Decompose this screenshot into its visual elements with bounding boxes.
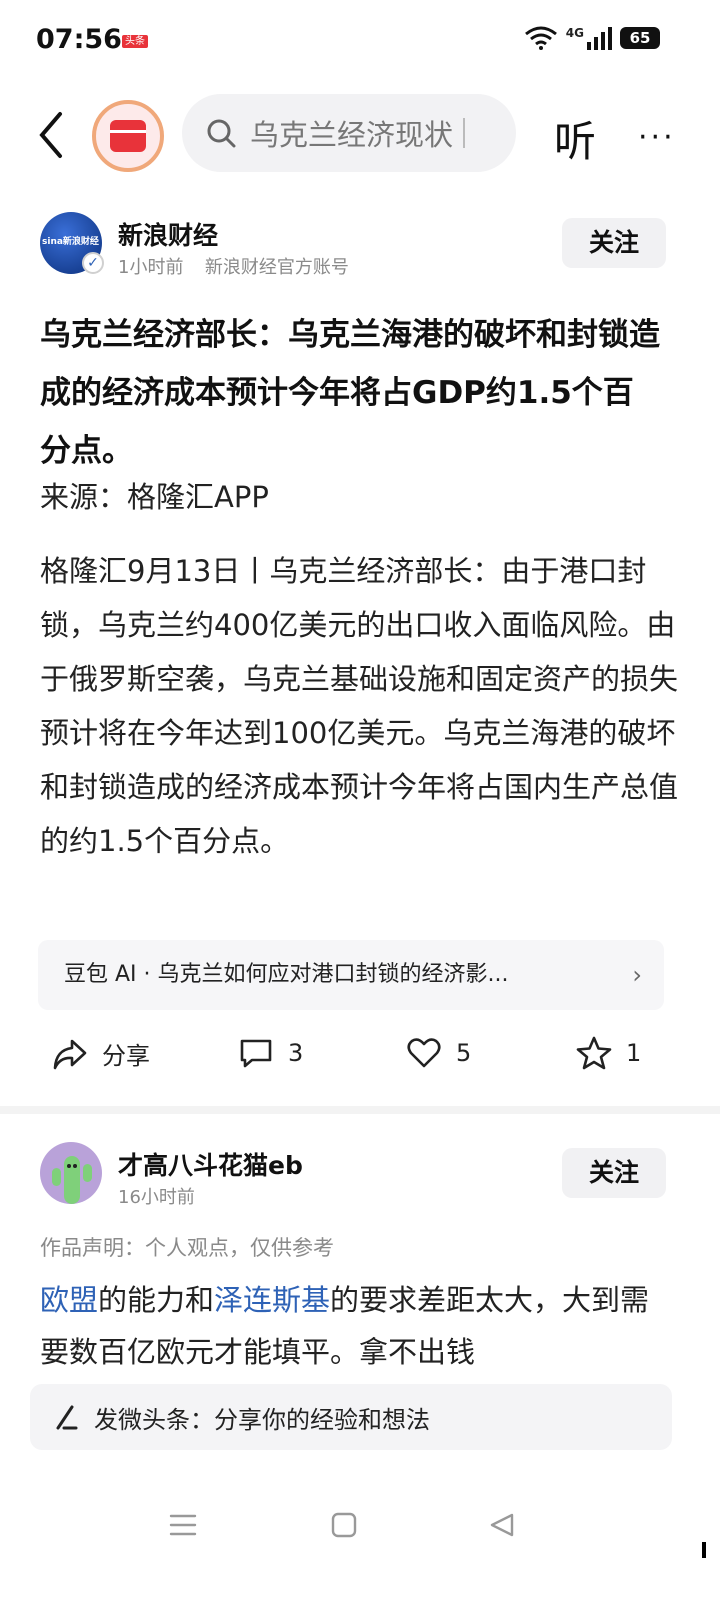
post-source: 来源：格隆汇APP [40,480,269,514]
comment-button[interactable]: 3 [238,1036,303,1070]
search-placeholder: 乌克兰经济现状 [250,118,454,152]
comment-text-1: 的能力和 [98,1283,215,1317]
post-body: 格隆汇9月13日丨乌克兰经济部长：由于港口封锁，乌克兰约400亿美元的出口收入面… [40,554,679,858]
verified-badge-icon: ✓ [82,252,104,274]
heart-icon [407,1038,441,1068]
like-button[interactable]: 5 [406,1036,471,1070]
cactus-avatar-icon [52,1156,92,1204]
status-time: 07:56 [36,24,122,55]
search-icon [207,119,236,148]
listen-button[interactable]: 听 [554,108,596,169]
back-triangle-icon[interactable] [488,1511,516,1539]
system-nav-bar [0,1490,720,1560]
more-menu-button[interactable]: ··· [638,120,676,155]
menu-icon[interactable] [168,1512,198,1538]
follow-button[interactable]: 关注 [562,218,666,268]
red-packet-icon[interactable] [92,100,164,172]
like-count: 5 [456,1039,472,1067]
post-time: 1小时前 [118,257,184,278]
commenter-avatar[interactable] [40,1142,102,1204]
app-badge: 头条 [122,35,148,48]
comment-icon [240,1039,272,1068]
favorite-button[interactable]: 1 [576,1036,641,1070]
search-bar[interactable]: 乌克兰经济现状 [182,94,516,172]
author-avatar[interactable]: sina新浪财经 ✓ [40,212,104,274]
commenter-follow-button[interactable]: 关注 [562,1148,666,1198]
share-button[interactable]: 分享 [52,1036,150,1071]
author-meta: 1小时前 新浪财经官方账号 [118,253,349,279]
pen-icon [56,1405,78,1430]
content-declaration: 作品声明：个人观点，仅供参考 [40,1236,334,1260]
avatar-logo-text: sina新浪财经 [42,237,99,247]
author-account-type: 新浪财经官方账号 [204,257,349,278]
author-name[interactable]: 新浪财经 [118,216,218,252]
wifi-icon [524,26,557,50]
post-actions: 分享 3 5 1 [0,1030,720,1080]
share-label: 分享 [102,1042,150,1070]
compose-bar[interactable]: 发微头条：分享你的经验和想法 [30,1384,672,1450]
compose-placeholder: 发微头条：分享你的经验和想法 [94,1405,430,1434]
scroll-handle [702,1542,706,1558]
search-cursor [463,118,466,148]
status-bar: 07:56 头条 4G 65 [0,0,720,80]
commenter-name[interactable]: 才高八斗花猫eb [118,1146,303,1182]
network-label: 4G [565,26,584,40]
ai-prompt-text: 豆包 AI · 乌克兰如何应对港口封锁的经济影... [64,962,509,987]
comment-count: 3 [288,1039,304,1067]
comment-body: 欧盟的能力和泽连斯基的要求差距太大，大到需要数百亿欧元才能填平。拿不出钱 [40,1274,660,1378]
favorite-count: 1 [626,1039,642,1067]
topic-link-eu[interactable]: 欧盟 [40,1283,98,1317]
share-icon [53,1039,87,1069]
section-divider [0,1106,720,1114]
battery-indicator: 65 [620,27,660,49]
comment-time: 16小时前 [118,1187,195,1208]
home-square-icon[interactable] [330,1511,358,1539]
status-icons: 4G 65 [524,26,660,50]
back-icon[interactable] [34,110,68,160]
topic-link-zelensky[interactable]: 泽连斯基 [214,1283,330,1317]
chevron-right-icon: › [632,961,642,989]
post-title: 乌克兰经济部长：乌克兰海港的破坏和封锁造成的经济成本预计今年将占GDP约1.5个… [40,317,660,469]
signal-icon [587,27,612,50]
ai-assistant-prompt[interactable]: 豆包 AI · 乌克兰如何应对港口封锁的经济影... › [38,940,664,1010]
top-nav: 乌克兰经济现状 听 ··· [0,92,720,182]
star-icon [576,1036,612,1070]
